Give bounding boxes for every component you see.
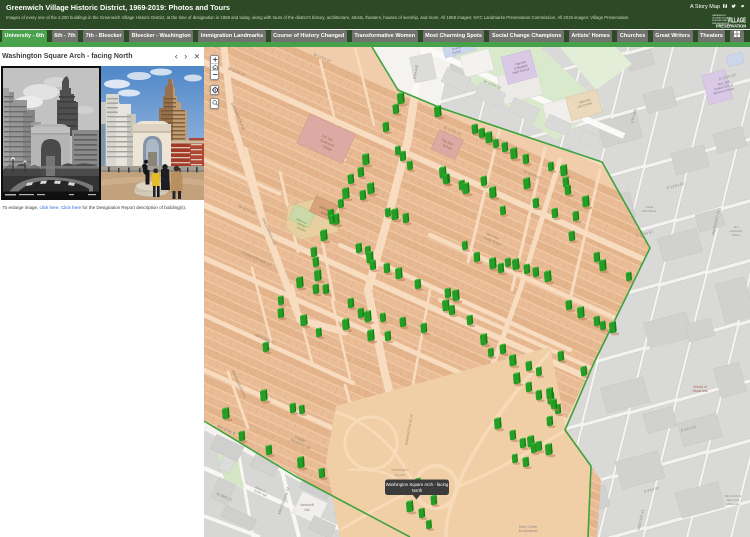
svg-text:Visual Arts: Visual Arts bbox=[693, 389, 708, 393]
svg-text:Vanderbilt: Vanderbilt bbox=[300, 503, 314, 507]
svg-text:Hall: Hall bbox=[304, 508, 310, 512]
svg-text:for Advanced: for Advanced bbox=[519, 529, 538, 533]
svg-text:Washington Square Arch - facin: Washington Square Arch - facing bbox=[386, 482, 449, 487]
svg-text:Place: Place bbox=[732, 233, 740, 237]
svg-text:12th Street: 12th Street bbox=[642, 209, 657, 213]
svg-text:University: University bbox=[726, 502, 740, 506]
svg-text:North: North bbox=[412, 488, 423, 493]
svg-text:Washington: Washington bbox=[391, 468, 409, 472]
svg-text:PRESERVATION: PRESERVATION bbox=[716, 24, 746, 29]
svg-text:Square: Square bbox=[395, 473, 406, 477]
